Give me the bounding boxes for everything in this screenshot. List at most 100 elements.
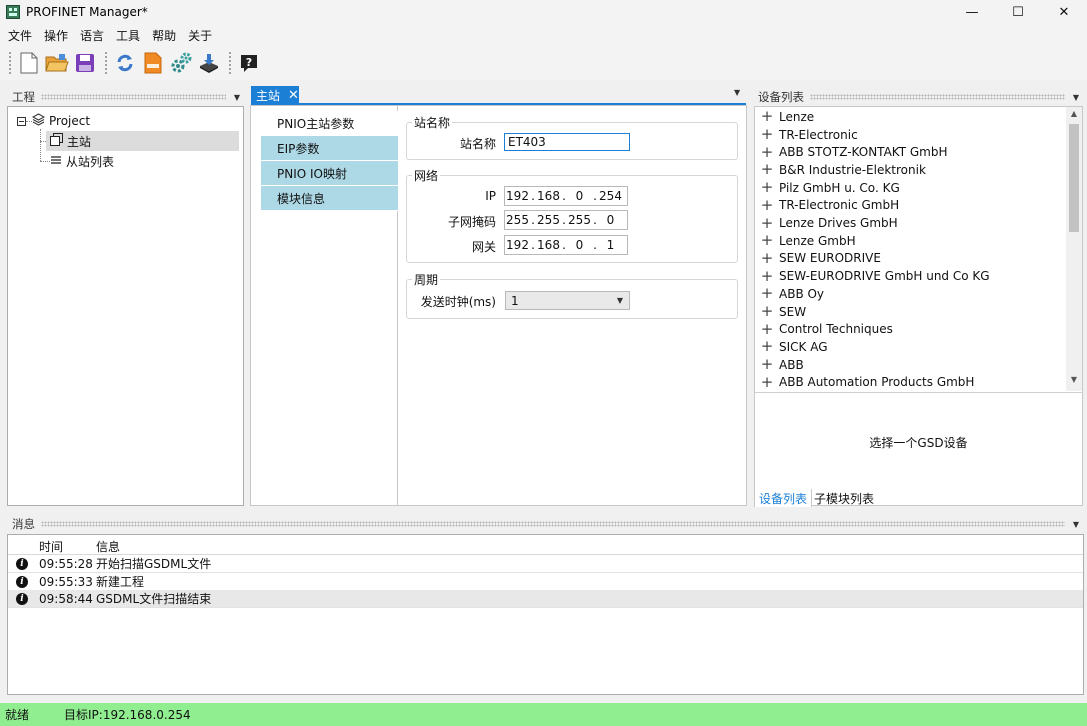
expand-icon[interactable]: +: [755, 180, 779, 195]
toolbar-grip[interactable]: [228, 50, 232, 75]
project-panel-title: 工程: [12, 90, 35, 104]
messages-panel-title: 消息: [12, 517, 35, 531]
list-item[interactable]: + ABB: [755, 356, 804, 374]
list-item[interactable]: + TR-Electronic: [755, 126, 858, 144]
list-item[interactable]: + ABB Automation Products GmbH: [755, 374, 975, 392]
expand-icon[interactable]: +: [755, 197, 779, 213]
list-item[interactable]: + Control Techniques: [755, 320, 893, 338]
copy-icon: [50, 133, 63, 149]
chevron-up-icon[interactable]: ▲: [1066, 109, 1082, 123]
download-icon[interactable]: [196, 50, 222, 76]
tab-pnio-master-params[interactable]: PNIO主站参数: [261, 111, 398, 136]
list-item[interactable]: + TR-Electronic GmbH: [755, 197, 899, 215]
tree-node-slave-list[interactable]: 从站列表: [50, 151, 114, 171]
gateway-input[interactable]: 192. 168. 0. 1: [504, 235, 628, 255]
tab-submodule-list[interactable]: 子模块列表: [810, 489, 878, 507]
refresh-icon[interactable]: [112, 50, 138, 76]
list-item[interactable]: + SEW-EURODRIVE GmbH und Co KG: [755, 267, 990, 285]
toolbar-grip[interactable]: [104, 50, 108, 75]
expand-icon[interactable]: +: [755, 233, 779, 248]
chevron-down-icon[interactable]: ▼: [1066, 375, 1082, 389]
panel-grip[interactable]: [41, 94, 226, 100]
splitter[interactable]: [755, 392, 1082, 393]
list-item[interactable]: + ABB STOTZ-KONTAKT GmbH: [755, 143, 948, 161]
list-item[interactable]: + Lenze: [755, 108, 814, 126]
list-item[interactable]: + ABB Oy: [755, 285, 824, 303]
column-time[interactable]: 时间: [39, 538, 63, 555]
tab-master[interactable]: 主站 ✕: [251, 86, 299, 104]
menu-file[interactable]: 文件: [2, 27, 38, 44]
ip-octet: 255: [568, 213, 591, 227]
list-item[interactable]: + SEW EURODRIVE: [755, 250, 881, 268]
expand-icon[interactable]: +: [755, 374, 779, 390]
maximize-button[interactable]: ☐: [995, 0, 1041, 24]
list-item[interactable]: + SEW: [755, 303, 806, 321]
ip-octet: 255: [537, 213, 560, 227]
tree-node-project[interactable]: Project: [31, 111, 91, 131]
expand-icon[interactable]: +: [755, 109, 779, 124]
expand-icon[interactable]: +: [755, 286, 779, 301]
tab-eip-params[interactable]: EIP参数: [261, 136, 398, 161]
expand-icon[interactable]: +: [755, 250, 779, 266]
minimize-button[interactable]: —: [949, 0, 995, 24]
device-list-scrollbar[interactable]: ▲ ▼: [1066, 107, 1082, 391]
list-item[interactable]: + Lenze Drives GmbH: [755, 214, 898, 232]
chevron-down-icon[interactable]: ▼: [1069, 520, 1083, 529]
close-icon[interactable]: ✕: [288, 88, 299, 103]
table-row[interactable]: i 09:58:44 GSDML文件扫描结束: [8, 590, 1083, 608]
subnet-mask-input[interactable]: 255. 255. 255. 0: [504, 210, 628, 230]
tree-node-master[interactable]: 主站: [46, 131, 239, 151]
expand-icon[interactable]: +: [755, 144, 779, 160]
help-icon[interactable]: ?: [236, 50, 262, 76]
expand-icon[interactable]: +: [755, 162, 779, 177]
chevron-down-icon[interactable]: ▼: [230, 93, 244, 102]
ip-octet: 168: [537, 189, 560, 203]
open-folder-icon[interactable]: [44, 50, 70, 76]
gsdml-file-icon[interactable]: [140, 50, 166, 76]
list-item[interactable]: + SICK AG: [755, 338, 828, 356]
tab-module-info[interactable]: 模块信息: [261, 186, 398, 211]
panel-grip[interactable]: [810, 94, 1065, 100]
message-time: 09:58:44: [39, 591, 93, 606]
list-item[interactable]: + Lenze GmbH: [755, 232, 856, 250]
tree-node-label: 从站列表: [66, 154, 115, 169]
panel-grip[interactable]: [41, 521, 1065, 527]
station-name-input[interactable]: ET403: [504, 133, 630, 151]
expand-icon[interactable]: +: [755, 268, 779, 284]
close-button[interactable]: ✕: [1041, 0, 1087, 24]
tree-collapse-icon[interactable]: [17, 117, 26, 126]
message-text: 开始扫描GSDML文件: [96, 557, 212, 571]
tree-connector: [40, 129, 41, 161]
send-clock-select[interactable]: 1 ▼: [505, 291, 630, 310]
expand-icon[interactable]: +: [755, 127, 779, 142]
chevron-down-icon[interactable]: ▼: [1069, 93, 1083, 102]
tree-node-label: Project: [49, 114, 91, 128]
expand-icon[interactable]: +: [755, 339, 779, 354]
ip-octet: 1: [606, 238, 615, 252]
scroll-thumb[interactable]: [1069, 124, 1079, 232]
new-file-icon[interactable]: [16, 50, 42, 76]
menu-about[interactable]: 关于: [182, 27, 218, 44]
expand-icon[interactable]: +: [755, 304, 779, 319]
toolbar-grip[interactable]: [8, 50, 12, 75]
column-message[interactable]: 信息: [96, 538, 120, 555]
menu-help[interactable]: 帮助: [146, 27, 182, 44]
device-name: B&R Industrie-Elektronik: [779, 162, 926, 177]
list-item[interactable]: + Pilz GmbH u. Co. KG: [755, 179, 900, 197]
status-text: 就绪: [5, 708, 30, 722]
table-row[interactable]: i 09:55:33 新建工程: [8, 573, 1083, 591]
list-item[interactable]: + B&R Industrie-Elektronik: [755, 161, 926, 179]
save-icon[interactable]: [72, 50, 98, 76]
table-row[interactable]: i 09:55:28 开始扫描GSDML文件: [8, 555, 1083, 573]
menu-operation[interactable]: 操作: [38, 27, 74, 44]
ip-address-input[interactable]: 192. 168. 0. 254: [504, 186, 628, 206]
expand-icon[interactable]: +: [755, 215, 779, 231]
expand-icon[interactable]: +: [755, 357, 779, 372]
expand-icon[interactable]: +: [755, 321, 779, 337]
chevron-down-icon[interactable]: ▼: [734, 88, 740, 97]
tab-pnio-io-mapping[interactable]: PNIO IO映射: [261, 161, 398, 186]
settings-gears-icon[interactable]: [168, 50, 194, 76]
menu-language[interactable]: 语言: [74, 27, 110, 44]
tab-device-list[interactable]: 设备列表: [754, 489, 813, 507]
menu-tools[interactable]: 工具: [110, 27, 146, 44]
